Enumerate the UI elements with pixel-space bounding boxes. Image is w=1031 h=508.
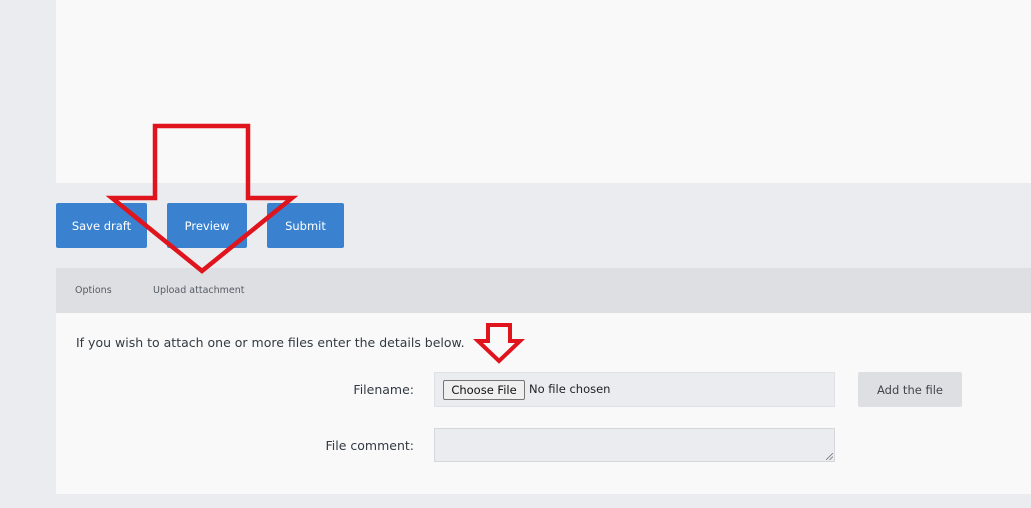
choose-file-button[interactable]: Choose File — [443, 380, 525, 400]
page: Save draft Preview Submit Options Upload… — [0, 0, 1031, 508]
panel-intro-text: If you wish to attach one or more files … — [76, 335, 465, 350]
file-comment-label: File comment: — [325, 438, 415, 453]
tabs-bar: Options Upload attachment — [56, 268, 1031, 322]
resize-grip-icon[interactable] — [826, 453, 833, 460]
left-gutter — [0, 0, 56, 508]
save-draft-button[interactable]: Save draft — [56, 203, 147, 248]
upload-attachment-panel: If you wish to attach one or more files … — [56, 313, 1031, 494]
add-file-button[interactable]: Add the file — [858, 372, 962, 407]
tab-upload-attachment[interactable]: Upload attachment — [153, 268, 245, 313]
editor-area[interactable] — [56, 0, 1031, 183]
preview-button[interactable]: Preview — [167, 203, 247, 248]
filename-label: Filename: — [353, 382, 414, 397]
file-comment-input[interactable] — [434, 428, 835, 462]
file-input[interactable]: Choose File No file chosen — [434, 372, 835, 407]
tab-options[interactable]: Options — [75, 268, 112, 313]
action-buttons: Save draft Preview Submit — [56, 183, 1031, 268]
no-file-status: No file chosen — [529, 382, 611, 396]
submit-button[interactable]: Submit — [267, 203, 344, 248]
